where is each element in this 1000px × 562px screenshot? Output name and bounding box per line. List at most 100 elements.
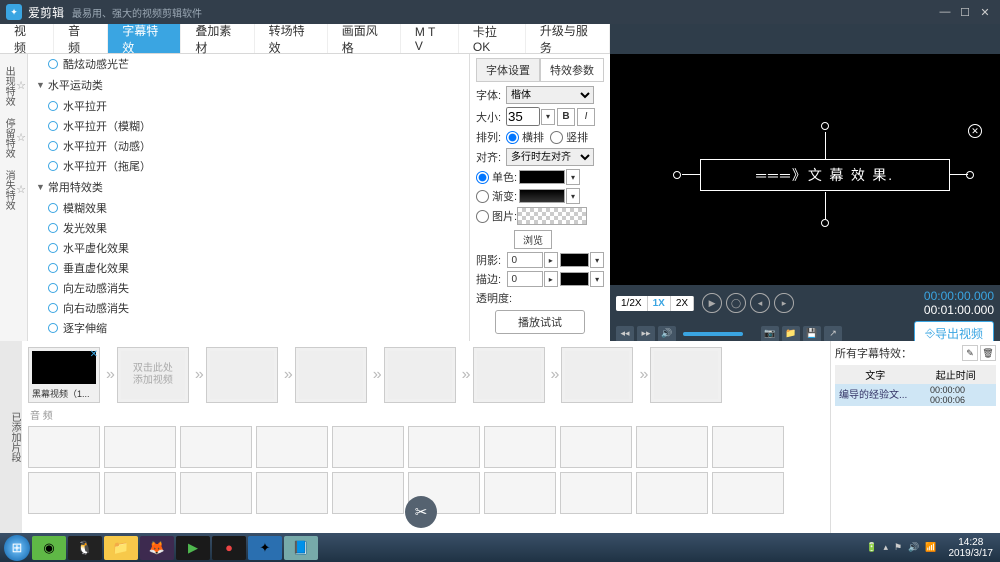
resize-handle-left[interactable] xyxy=(673,171,681,179)
tray-volume-icon[interactable]: 🔊 xyxy=(908,542,919,553)
volume-icon[interactable]: 🔊 xyxy=(658,326,676,342)
effect-item[interactable]: 垂直虚化效果 xyxy=(28,258,469,278)
tab-upgrade[interactable]: 升级与服务 xyxy=(526,24,610,53)
transition-icon[interactable]: » xyxy=(106,366,115,384)
taskbar-firefox[interactable]: 🦊 xyxy=(140,536,174,560)
tab-mtv[interactable]: M T V xyxy=(401,24,459,53)
audio-clip[interactable] xyxy=(256,426,328,468)
size-input[interactable] xyxy=(506,107,540,126)
cut-button[interactable]: ✂ xyxy=(405,496,437,528)
edit-icon[interactable]: ✎ xyxy=(962,345,978,361)
shadow-value[interactable]: 0 xyxy=(507,252,542,268)
audio-clip[interactable] xyxy=(104,426,176,468)
share-icon[interactable]: ↗ xyxy=(824,326,842,342)
taskbar-current-app[interactable]: ✦ xyxy=(248,536,282,560)
close-icon[interactable]: ✕ xyxy=(976,4,994,20)
tab-subtitle-fx[interactable]: 字幕特效 xyxy=(108,24,181,53)
speed-2x[interactable]: 2X xyxy=(671,296,694,311)
forward-icon[interactable]: ▸▸ xyxy=(637,326,655,342)
audio-clip[interactable] xyxy=(332,426,404,468)
effect-category[interactable]: ▼常用特效类 xyxy=(28,176,469,198)
snapshot-icon[interactable]: 📷 xyxy=(761,326,779,342)
empty-clip[interactable] xyxy=(206,347,278,403)
resize-handle-right[interactable] xyxy=(966,171,974,179)
tab-karaoke[interactable]: 卡拉OK xyxy=(459,24,526,53)
video-clip[interactable]: ✕黑幕视频（1... xyxy=(28,347,100,403)
italic-button[interactable]: I xyxy=(577,108,595,126)
effect-item[interactable]: 模糊效果 xyxy=(28,198,469,218)
sidebar-disappear[interactable]: ☆消失特效 xyxy=(1,164,26,216)
color-solid-radio[interactable] xyxy=(476,171,489,184)
align-select[interactable]: 多行时左对齐 xyxy=(506,148,594,166)
effect-item[interactable]: 水平拉开（拖尾） xyxy=(28,156,469,176)
tab-transition[interactable]: 转场特效 xyxy=(255,24,328,53)
subtitle-row[interactable]: 编导的经验文...00:00:0000:00:06 xyxy=(835,384,996,406)
speed-1x[interactable]: 1X xyxy=(648,296,671,311)
rewind-icon[interactable]: ◂◂ xyxy=(616,326,634,342)
delete-icon[interactable]: 🗑 xyxy=(980,345,996,361)
stroke-color[interactable] xyxy=(560,272,590,286)
audio-clip[interactable] xyxy=(28,472,100,514)
audio-clip[interactable] xyxy=(560,472,632,514)
taskbar-app[interactable]: ▶ xyxy=(176,536,210,560)
effects-list[interactable]: 酷炫动感光芒 ▼水平运动类 水平拉开 水平拉开（模糊） 水平拉开（动感） 水平拉… xyxy=(28,54,470,341)
browse-button[interactable]: 浏览 xyxy=(514,230,552,249)
audio-clip[interactable] xyxy=(180,426,252,468)
effect-item[interactable]: 水平拉开（动感） xyxy=(28,136,469,156)
tab-style[interactable]: 画面风格 xyxy=(328,24,401,53)
audio-clip[interactable] xyxy=(484,472,556,514)
empty-clip[interactable] xyxy=(384,347,456,403)
stroke-arrow-icon[interactable]: ▸ xyxy=(544,271,558,287)
remove-clip-icon[interactable]: ✕ xyxy=(90,349,98,360)
audio-clip[interactable] xyxy=(560,426,632,468)
audio-clip[interactable] xyxy=(104,472,176,514)
audio-clip[interactable] xyxy=(256,472,328,514)
resize-handle-top[interactable] xyxy=(821,122,829,130)
size-dropdown-icon[interactable]: ▾ xyxy=(541,109,555,125)
audio-clip[interactable] xyxy=(408,426,480,468)
audio-clip[interactable] xyxy=(180,472,252,514)
audio-clip[interactable] xyxy=(484,426,556,468)
audio-clip[interactable] xyxy=(636,426,708,468)
close-textbox-icon[interactable]: ✕ xyxy=(968,124,982,138)
tray-network-icon[interactable]: 📶 xyxy=(925,542,936,553)
taskbar-app[interactable]: ◉ xyxy=(32,536,66,560)
taskbar-app[interactable]: 📘 xyxy=(284,536,318,560)
stroke-value[interactable]: 0 xyxy=(507,271,542,287)
empty-clip[interactable] xyxy=(650,347,722,403)
effect-item[interactable]: 水平拉开 xyxy=(28,96,469,116)
tab-audio[interactable]: 音 频 xyxy=(54,24,108,53)
sidebar-stay[interactable]: ☆停留特效 xyxy=(1,112,26,164)
effect-item[interactable]: 向右动感消失 xyxy=(28,298,469,318)
resize-handle-bottom[interactable] xyxy=(821,219,829,227)
taskbar-clock[interactable]: 14:282019/3/17 xyxy=(946,537,997,559)
shadow-arrow-icon[interactable]: ▸ xyxy=(544,252,558,268)
color-swatch[interactable] xyxy=(519,170,565,184)
font-select[interactable]: 楷体 xyxy=(506,86,594,104)
play-preview-button[interactable]: 播放试试 xyxy=(495,310,585,334)
tab-overlay[interactable]: 叠加素材 xyxy=(181,24,254,53)
effect-item[interactable]: 水平虚化效果 xyxy=(28,238,469,258)
taskbar-app[interactable]: 🐧 xyxy=(68,536,102,560)
color-image-radio[interactable] xyxy=(476,210,489,223)
audio-clip[interactable] xyxy=(636,472,708,514)
subtab-fxparam[interactable]: 特效参数 xyxy=(540,58,604,82)
gradient-dropdown-icon[interactable]: ▾ xyxy=(566,188,580,204)
effect-item[interactable]: 水平拉开（模糊） xyxy=(28,116,469,136)
speed-half[interactable]: 1/2X xyxy=(616,296,648,311)
play-button[interactable]: ▶ xyxy=(702,293,722,313)
empty-clip[interactable] xyxy=(561,347,633,403)
effect-category[interactable]: ▼水平运动类 xyxy=(28,74,469,96)
effect-item[interactable]: 向左动感消失 xyxy=(28,278,469,298)
audio-clip[interactable] xyxy=(28,426,100,468)
shadow-color[interactable] xyxy=(560,253,590,267)
bold-button[interactable]: B xyxy=(557,108,575,126)
effect-item[interactable]: 逐字伸缩 xyxy=(28,318,469,338)
gradient-swatch[interactable] xyxy=(519,189,565,203)
tray-icon[interactable]: 🔋 xyxy=(866,542,877,553)
taskbar-app[interactable]: ● xyxy=(212,536,246,560)
color-dropdown-icon[interactable]: ▾ xyxy=(566,169,580,185)
subtab-font[interactable]: 字体设置 xyxy=(476,58,540,82)
tray-up-icon[interactable]: ▴ xyxy=(883,542,888,553)
audio-clip[interactable] xyxy=(712,472,784,514)
